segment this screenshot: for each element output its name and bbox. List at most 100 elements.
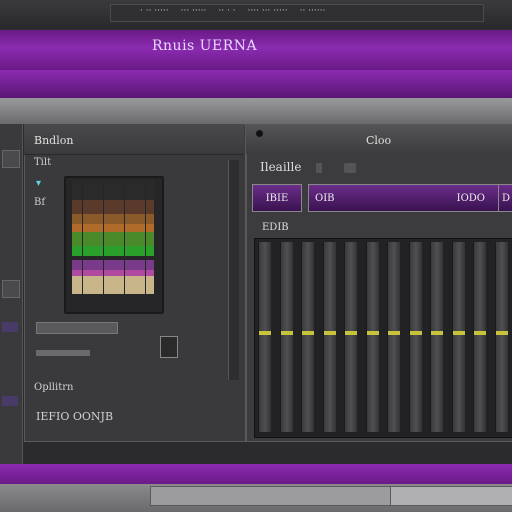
swatch-cell[interactable]: [135, 224, 145, 232]
swatch-cell[interactable]: [135, 246, 145, 256]
swatch-cell[interactable]: [145, 214, 154, 224]
menu-item[interactable]: ·· · ·: [218, 6, 235, 18]
segment-button[interactable]: IBIE: [252, 184, 302, 212]
swatch-column[interactable]: [72, 180, 82, 306]
swatch-cell[interactable]: [114, 200, 124, 214]
swatch-cell[interactable]: [124, 276, 135, 294]
swatch-cell[interactable]: [145, 260, 154, 270]
dock-badge[interactable]: [2, 322, 18, 332]
swatch-cell[interactable]: [135, 232, 145, 246]
swatch-cell[interactable]: [72, 232, 82, 246]
eq-slider-knob[interactable]: [388, 331, 400, 336]
eq-slider-knob[interactable]: [280, 331, 293, 336]
swatch-cell[interactable]: [145, 224, 154, 232]
color-swatch[interactable]: [72, 180, 154, 306]
eq-slider-knob[interactable]: [259, 331, 271, 336]
swatch-cell[interactable]: [114, 214, 124, 224]
status-tab[interactable]: [390, 486, 512, 506]
swatch-cell[interactable]: [82, 260, 93, 270]
menu-item[interactable]: ··· ·····: [181, 6, 207, 18]
swatch-cell[interactable]: [93, 246, 103, 256]
menu-item[interactable]: ···· ··· ·····: [248, 6, 288, 18]
swatch-cell[interactable]: [103, 214, 114, 224]
swatch-cell[interactable]: [82, 246, 93, 256]
swatch-cell[interactable]: [103, 180, 114, 200]
dock-badge[interactable]: [2, 396, 18, 406]
swatch-cell[interactable]: [93, 224, 103, 232]
swatch-cell[interactable]: [114, 232, 124, 246]
eq-slider[interactable]: [387, 242, 400, 432]
swatch-cell[interactable]: [72, 224, 82, 232]
menu-item[interactable]: · ·· ·····: [140, 6, 169, 18]
swatch-cell[interactable]: [93, 180, 103, 200]
dock-button[interactable]: [2, 280, 20, 298]
eq-slider[interactable]: [344, 242, 357, 432]
eq-slider-knob[interactable]: [323, 331, 336, 336]
swatch-cell[interactable]: [124, 232, 135, 246]
device-icon[interactable]: [160, 336, 178, 358]
toggle[interactable]: [344, 163, 356, 173]
swatch-cell[interactable]: [93, 200, 103, 214]
eq-slider-knob[interactable]: [495, 331, 508, 336]
swatch-cell[interactable]: [124, 214, 135, 224]
swatch-column[interactable]: [135, 180, 145, 306]
swatch-cell[interactable]: [103, 260, 114, 270]
swatch-cell[interactable]: [135, 200, 145, 214]
swatch-cell[interactable]: [124, 260, 135, 270]
swatch-cell[interactable]: [82, 276, 93, 294]
swatch-column[interactable]: [103, 180, 114, 306]
eq-slider[interactable]: [451, 242, 465, 432]
panel-scrollbar[interactable]: [228, 160, 239, 380]
swatch-cell[interactable]: [72, 180, 82, 200]
swatch-cell[interactable]: [135, 260, 145, 270]
eq-slider-knob[interactable]: [366, 331, 379, 336]
swatch-cell[interactable]: [124, 224, 135, 232]
swatch-cell[interactable]: [72, 246, 82, 256]
swatch-column[interactable]: [114, 180, 124, 306]
menu-item[interactable]: ·· ······: [300, 6, 326, 18]
swatch-cell[interactable]: [93, 260, 103, 270]
dock-button[interactable]: [2, 150, 20, 168]
eq-slider[interactable]: [430, 242, 443, 432]
swatch-cell[interactable]: [93, 276, 103, 294]
swatch-cell[interactable]: [103, 232, 114, 246]
eq-slider[interactable]: [301, 242, 314, 432]
swatch-cell[interactable]: [103, 224, 114, 232]
eq-slider[interactable]: [408, 242, 422, 432]
slider-track[interactable]: [36, 322, 118, 334]
segment-button[interactable]: OIB IODO: [308, 184, 502, 212]
eq-slider[interactable]: [365, 242, 379, 432]
swatch-column[interactable]: [93, 180, 103, 306]
swatch-cell[interactable]: [114, 246, 124, 256]
eq-slider-knob[interactable]: [345, 331, 357, 336]
swatch-column[interactable]: [145, 180, 154, 306]
eq-slider[interactable]: [258, 242, 271, 432]
swatch-cell[interactable]: [145, 232, 154, 246]
swatch-column[interactable]: [82, 180, 93, 306]
swatch-cell[interactable]: [135, 276, 145, 294]
eq-slider-knob[interactable]: [431, 331, 443, 336]
swatch-cell[interactable]: [72, 260, 82, 270]
swatch-cell[interactable]: [145, 246, 154, 256]
swatch-cell[interactable]: [93, 214, 103, 224]
swatch-cell[interactable]: [114, 276, 124, 294]
swatch-cell[interactable]: [82, 180, 93, 200]
swatch-cell[interactable]: [103, 200, 114, 214]
status-tab[interactable]: [150, 486, 392, 506]
eq-slider-knob[interactable]: [474, 331, 486, 336]
eq-slider-knob[interactable]: [452, 331, 465, 336]
swatch-cell[interactable]: [114, 224, 124, 232]
swatch-cell[interactable]: [82, 224, 93, 232]
eq-slider-knob[interactable]: [302, 331, 314, 336]
swatch-cell[interactable]: [145, 200, 154, 214]
swatch-cell[interactable]: [124, 246, 135, 256]
toggle[interactable]: [316, 163, 322, 173]
swatch-cell[interactable]: [72, 200, 82, 214]
swatch-cell[interactable]: [82, 232, 93, 246]
swatch-cell[interactable]: [135, 214, 145, 224]
swatch-cell[interactable]: [82, 214, 93, 224]
swatch-cell[interactable]: [114, 180, 124, 200]
swatch-cell[interactable]: [145, 276, 154, 294]
swatch-cell[interactable]: [103, 246, 114, 256]
expand-arrow-icon[interactable]: ▾: [36, 178, 41, 189]
